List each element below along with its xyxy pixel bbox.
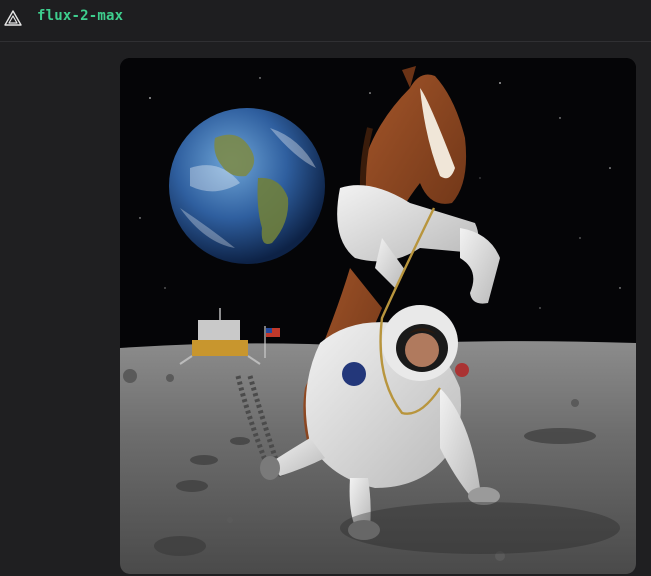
model-name: flux-2-max <box>37 8 124 24</box>
triangle-logo-icon <box>4 9 22 27</box>
earth <box>169 108 325 264</box>
top-bar: flux-2-max <box>0 0 651 42</box>
generated-image[interactable] <box>120 58 636 574</box>
